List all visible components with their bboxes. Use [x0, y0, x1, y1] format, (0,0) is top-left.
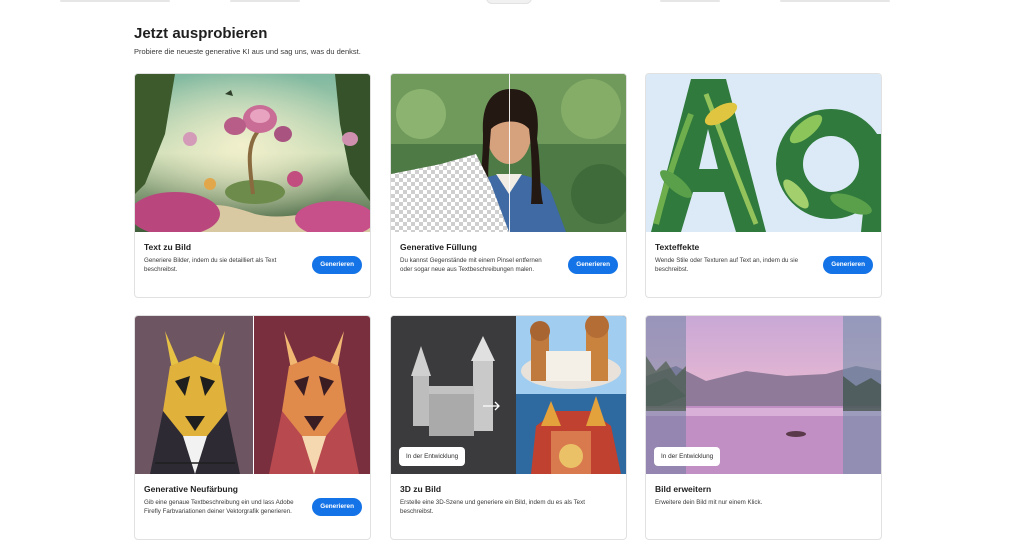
card-image-portrait-fill — [391, 74, 626, 232]
card-text-effects[interactable]: Texteffekte Wende Stile oder Texturen au… — [645, 73, 882, 298]
generate-button-text-effects[interactable]: Generieren — [823, 256, 873, 274]
card-image-3d-castle: In der Entwicklung — [391, 316, 626, 474]
card-description: Erstelle eine 3D-Szene und generiere ein… — [400, 499, 585, 515]
card-title: Texteffekte — [655, 242, 700, 252]
card-title: Generative Füllung — [400, 242, 477, 252]
in-development-badge: In der Entwicklung — [654, 447, 721, 466]
top-nav-remnant — [0, 0, 1024, 6]
nav-pill[interactable] — [486, 0, 532, 4]
card-image-dog-vector — [135, 316, 370, 474]
card-description: Wende Stile oder Texturen auf Text an, i… — [655, 257, 799, 273]
card-title: Bild erweitern — [655, 484, 712, 494]
card-image-fantasy-garden — [135, 74, 370, 232]
card-image-lake-landscape: In der Entwicklung — [646, 316, 881, 474]
card-description: Generiere Bilder, indem du sie detaillie… — [144, 257, 277, 273]
in-development-badge: In der Entwicklung — [399, 447, 466, 466]
card-title: Text zu Bild — [144, 242, 192, 252]
card-text-to-image[interactable]: Text zu Bild Generiere Bilder, indem du … — [134, 73, 371, 298]
card-3d-to-image[interactable]: In der Entwicklung 3D zu Bild Erstelle e… — [390, 315, 627, 540]
card-generative-recolor[interactable]: Generative Neufärbung Gib eine genaue Te… — [134, 315, 371, 540]
section-subtitle: Probiere die neueste generative KI aus u… — [134, 47, 361, 56]
section-title: Jetzt ausprobieren — [134, 25, 268, 42]
card-expand-image[interactable]: In der Entwicklung Bild erweitern Erweit… — [645, 315, 882, 540]
card-description: Gib eine genaue Textbeschreibung ein und… — [144, 499, 294, 515]
generate-button-generative-fill[interactable]: Generieren — [568, 256, 618, 274]
card-image-leaf-letters — [646, 74, 881, 232]
generate-button-generative-recolor[interactable]: Generieren — [312, 498, 362, 516]
card-title: Generative Neufärbung — [144, 484, 238, 494]
card-generative-fill[interactable]: Generative Füllung Du kannst Gegenstände… — [390, 73, 627, 298]
card-description: Erweitere dein Bild mit nur einem Klick. — [655, 499, 763, 506]
card-description: Du kannst Gegenstände mit einem Pinsel e… — [400, 257, 542, 273]
card-title: 3D zu Bild — [400, 484, 442, 494]
generate-button-text-to-image[interactable]: Generieren — [312, 256, 362, 274]
